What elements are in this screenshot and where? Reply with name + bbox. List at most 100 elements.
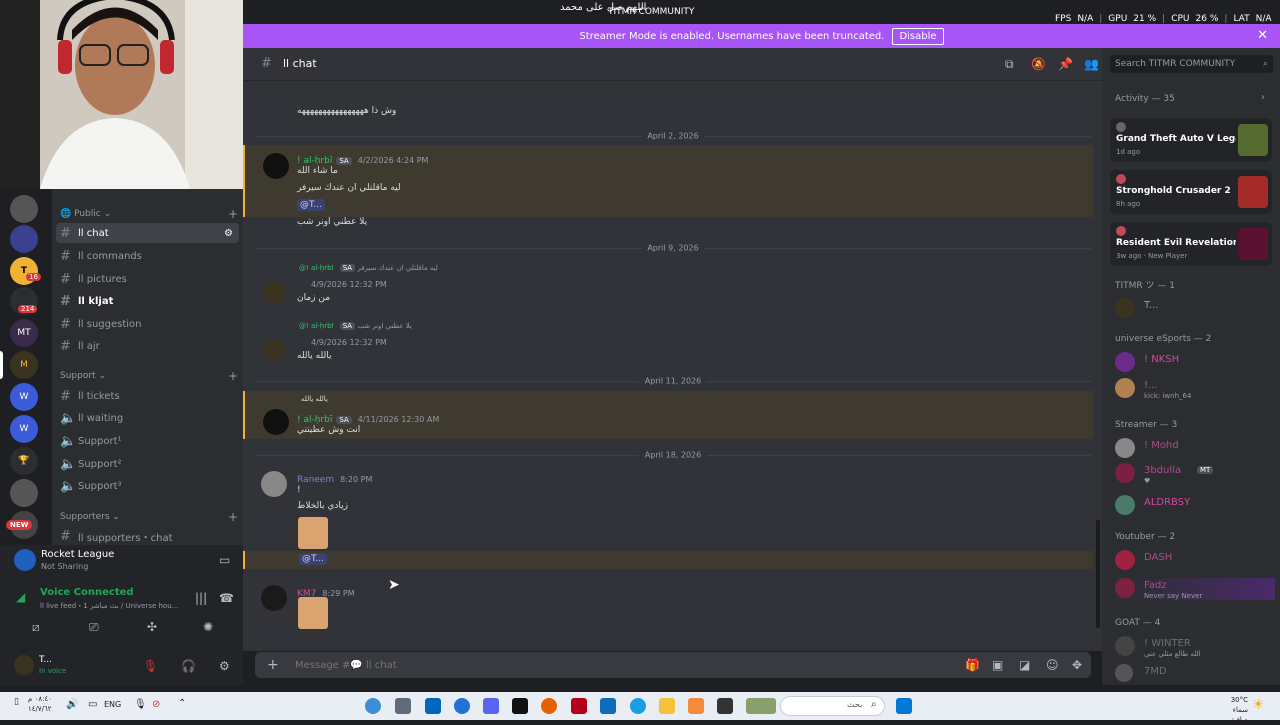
channel-tickets[interactable]: # ll tickets	[56, 386, 239, 406]
reply-preview[interactable]: يالله يالله	[301, 395, 328, 403]
voice-channel-support1[interactable]: 🔈 Support¹	[56, 431, 239, 451]
server-icon[interactable]: MT	[10, 319, 38, 347]
activity-card[interactable]: Resident Evil Revelations 2... 3w ago · …	[1110, 222, 1272, 266]
member-item[interactable]: ! Mohd	[1115, 438, 1275, 460]
username[interactable]: Raneem	[297, 475, 334, 485]
username[interactable]: ! al-ḥrbī	[297, 415, 332, 425]
store-app-icon[interactable]	[600, 698, 616, 714]
server-icon[interactable]: W	[10, 383, 38, 411]
member-item[interactable]: Fadz Never say Never	[1115, 578, 1275, 600]
record-icon[interactable]: ⊘	[152, 699, 160, 710]
edge-app-icon[interactable]	[630, 698, 646, 714]
headphones-icon[interactable]: 🎧	[181, 659, 196, 673]
app-icon[interactable]	[425, 698, 441, 714]
channel-kljat[interactable]: # ll kljat	[56, 291, 239, 311]
server-icon[interactable]: M	[10, 351, 38, 379]
avatar[interactable]	[261, 585, 287, 611]
server-icon[interactable]: W	[10, 415, 38, 443]
network-icon[interactable]: ▭	[88, 699, 97, 710]
sticker-icon[interactable]: ◪	[1019, 658, 1030, 672]
search-input[interactable]: Search TITMR COMMUNITY ⌕	[1110, 55, 1273, 73]
windows-start-icon[interactable]	[896, 698, 912, 714]
emoji-icon[interactable]: ☺	[1046, 658, 1059, 672]
server-icon[interactable]	[10, 479, 38, 507]
server-icon[interactable]	[10, 195, 38, 223]
message[interactable]: @! al-ḥrbī SA يلا عطني اونر شب 4/9/2026 …	[243, 319, 1093, 369]
volume-icon[interactable]: 🔊	[66, 699, 78, 710]
chevron-up-icon[interactable]: ⌃	[178, 698, 186, 709]
category-public[interactable]: 🌐 Public ⌄	[60, 209, 111, 219]
chevron-right-icon[interactable]: ›	[1261, 92, 1265, 103]
avatar[interactable]	[263, 339, 285, 361]
image-attachment[interactable]	[298, 517, 328, 549]
username[interactable]: ! al-ḥrbī	[297, 156, 332, 166]
message-input[interactable]	[295, 655, 895, 675]
camera-off-icon[interactable]: ⧄	[32, 620, 40, 635]
add-channel-icon[interactable]: +	[228, 207, 238, 221]
image-attachment[interactable]	[298, 597, 328, 629]
mention[interactable]: @T...	[297, 199, 326, 211]
member-item[interactable]: 3bdulla MT ♥	[1115, 463, 1275, 485]
category-supporters[interactable]: Supporters ⌄	[60, 512, 120, 522]
channel-chat[interactable]: # ll chat ⚙	[56, 223, 239, 243]
threads-icon[interactable]: ⧉	[1005, 57, 1014, 72]
member-item[interactable]: ALDRBSY	[1115, 495, 1275, 517]
avatar[interactable]	[14, 655, 34, 675]
microphone-icon[interactable]: 🎙	[134, 699, 147, 710]
settings-icon[interactable]: ⚙	[219, 659, 230, 673]
mention[interactable]: @T...	[299, 553, 328, 565]
channel-pictures[interactable]: # ll pictures	[56, 269, 239, 289]
server-icon[interactable]: 🏆	[10, 447, 38, 475]
add-channel-icon[interactable]: +	[228, 369, 238, 383]
avatar[interactable]	[263, 281, 285, 303]
widget-app-icon[interactable]	[746, 698, 776, 714]
stream-icon[interactable]: ▭	[219, 553, 230, 567]
taskbar-search[interactable]: بحث ⌕	[780, 696, 885, 716]
message[interactable]: @! al-ḥrbī SA ليه ماقلتلي ان عندك سيرفر …	[243, 261, 1093, 311]
channel-supporters-chat[interactable]: # ll supporters・chat	[56, 526, 239, 546]
avatar[interactable]	[261, 471, 287, 497]
app-icon[interactable]	[688, 698, 704, 714]
channel-suggestion[interactable]: # ll suggestion	[56, 314, 239, 334]
member-item[interactable]: ! WINTER الله طالع مثلي عني	[1115, 636, 1275, 658]
channel-commands[interactable]: # ll commands	[56, 246, 239, 266]
member-list-icon[interactable]: 👥	[1084, 57, 1099, 71]
disconnect-icon[interactable]: ☎	[219, 591, 234, 605]
message[interactable]: KM7 8:29 PM	[243, 579, 1093, 639]
disable-streamer-mode-button[interactable]: Disable	[892, 27, 944, 45]
app-icon[interactable]	[571, 698, 587, 714]
activities-icon[interactable]: ✣	[147, 620, 157, 634]
gift-icon[interactable]: 🎁	[965, 658, 980, 672]
message[interactable]: يالله يالله ! al-ḥrbī SA 4/11/2026 12:30 A…	[243, 391, 1093, 439]
voice-channel-support3[interactable]: 🔈 Support³	[56, 476, 239, 496]
channel-ajr[interactable]: # ll ajr	[56, 336, 239, 356]
message[interactable]: ! al-ḥrbī SA 4/2/2026 4:24 PM ما شاء الله …	[243, 145, 1093, 217]
activity-card[interactable]: Stronghold Crusader 2 8h ago	[1110, 170, 1272, 214]
settings-icon[interactable]: ⚙	[224, 228, 233, 239]
app-icon[interactable]	[454, 698, 470, 714]
server-icon[interactable]	[10, 225, 38, 253]
message[interactable]: Raneem 8:20 PM ! زيادي بالخلاط	[243, 465, 1093, 565]
language-indicator[interactable]: ENG	[104, 700, 121, 709]
browser-app-icon[interactable]	[365, 698, 381, 714]
app-icon[interactable]	[717, 698, 733, 714]
explorer-app-icon[interactable]	[659, 698, 675, 714]
reply-preview[interactable]: @! al-ḥrbī SA يلا عطني اونر شب	[299, 322, 412, 330]
reply-preview[interactable]: @! al-ḥrbī SA ليه ماقلتلي ان عندك سيرفر	[299, 264, 438, 272]
screen-share-icon[interactable]: ⎚	[89, 620, 99, 635]
activity-card[interactable]: Grand Theft Auto V Legacy 1d ago	[1110, 118, 1272, 162]
chat-scrollbar[interactable]	[1096, 520, 1100, 628]
member-item[interactable]: T...	[1115, 298, 1275, 320]
mute-icon[interactable]: 🎙	[143, 659, 158, 673]
member-item[interactable]: !... kick: iwnh_64	[1115, 378, 1275, 400]
soundboard-icon[interactable]: ✺	[203, 620, 213, 634]
clock[interactable]: ٠٨:٤٠ م ١٤/٧/٦٢	[28, 694, 52, 714]
voice-channel-support2[interactable]: 🔈 Support²	[56, 454, 239, 474]
member-item[interactable]: DASH	[1115, 550, 1275, 572]
close-icon[interactable]: ✕	[1257, 28, 1268, 43]
pin-icon[interactable]: 📌	[1058, 57, 1073, 71]
gif-icon[interactable]: ▣	[992, 658, 1003, 672]
weather-widget[interactable]: 30°C سماء صافية	[1218, 695, 1248, 725]
add-channel-icon[interactable]: +	[228, 510, 238, 524]
voice-channel-waiting[interactable]: 🔈 ll waiting	[56, 408, 239, 428]
